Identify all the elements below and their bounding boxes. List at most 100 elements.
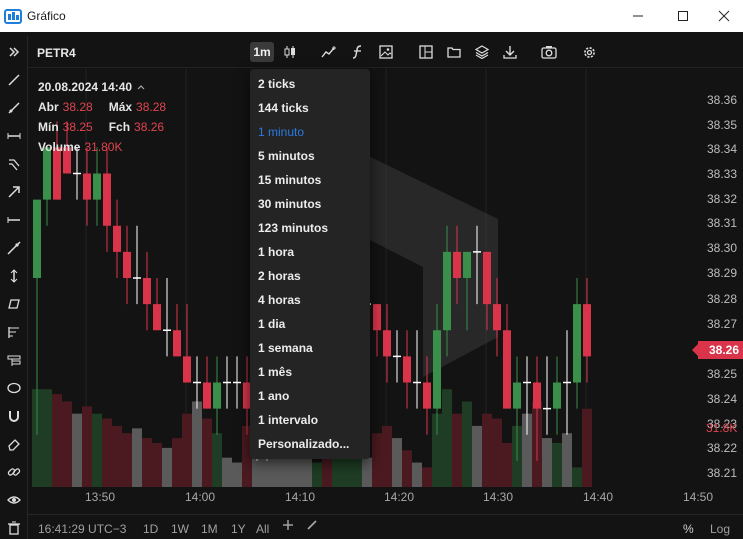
eraser-tool[interactable] <box>4 434 24 454</box>
range-1w-button[interactable]: 1W <box>171 522 189 536</box>
ellipse-tool[interactable] <box>4 378 24 398</box>
interval-option[interactable]: 1 mês <box>258 365 292 379</box>
volume-bar <box>82 406 92 487</box>
log-scale-button[interactable]: Log <box>710 522 730 536</box>
percent-scale-button[interactable]: % <box>683 522 694 536</box>
layers-icon <box>475 45 489 59</box>
candle-body <box>93 173 101 200</box>
volume-bar <box>582 408 592 487</box>
open-template-button[interactable] <box>444 42 464 62</box>
time-tick-label: 14:00 <box>184 490 216 504</box>
price-tick-label: 38.36 <box>707 93 738 107</box>
trend-line-icon <box>8 74 20 86</box>
price-tick-label: 38.29 <box>707 266 738 280</box>
edit-range-button[interactable] <box>306 519 318 534</box>
gear-icon <box>583 46 595 58</box>
fibonacci-extension-icon <box>7 355 21 366</box>
settings-button[interactable] <box>579 42 599 62</box>
maximize-button[interactable] <box>660 0 706 32</box>
interval-option[interactable]: 30 minutos <box>258 197 321 211</box>
candle-body <box>173 330 181 357</box>
range-1d-button[interactable]: 1D <box>143 522 158 536</box>
interval-option[interactable]: 2 ticks <box>258 77 295 91</box>
close-button[interactable] <box>705 0 743 32</box>
volume-bar <box>122 433 132 487</box>
open-label: Abr <box>38 100 59 114</box>
interval-option[interactable]: 1 dia <box>258 317 285 331</box>
fibonacci-tool[interactable] <box>4 322 24 342</box>
magnet-tool[interactable] <box>4 406 24 426</box>
candle-body <box>83 173 91 200</box>
image-button[interactable] <box>376 42 396 62</box>
candle-body <box>403 356 411 383</box>
time-tick-label: 14:50 <box>682 490 714 504</box>
interval-option[interactable]: 1 semana <box>258 341 313 355</box>
volume-bar <box>232 462 242 487</box>
candle-body <box>153 304 161 331</box>
price-tick-label: 38.32 <box>707 192 738 206</box>
interval-option[interactable]: 1 minuto <box>258 125 304 139</box>
layers-button[interactable] <box>472 42 492 62</box>
function-button[interactable] <box>348 42 368 62</box>
layout-button[interactable] <box>416 42 436 62</box>
range-all-button[interactable]: All <box>256 522 269 536</box>
ray-tool[interactable] <box>4 98 24 118</box>
interval-option[interactable]: 144 ticks <box>258 101 309 115</box>
trend-line-tool[interactable] <box>4 70 24 90</box>
range-1m-button[interactable]: 1M <box>201 522 218 536</box>
interval-option[interactable]: 123 minutos <box>258 221 328 235</box>
interval-button[interactable]: 1m <box>250 42 274 62</box>
candle-body <box>573 304 581 383</box>
download-button[interactable] <box>500 42 520 62</box>
collapse-toolbar-button[interactable] <box>4 42 24 62</box>
layout-icon <box>419 45 433 59</box>
arrow-icon <box>8 186 20 198</box>
interval-option[interactable]: 1 hora <box>258 245 294 259</box>
chart-type-button[interactable] <box>280 42 300 62</box>
interval-option[interactable]: 4 horas <box>258 293 301 307</box>
interval-option[interactable]: 1 ano <box>258 389 289 403</box>
visibility-tool[interactable] <box>4 490 24 510</box>
fibonacci-extension-tool[interactable] <box>4 350 24 370</box>
trash-icon <box>8 521 20 535</box>
price-tick-label: 38.30 <box>707 241 738 255</box>
interval-option[interactable]: 1 intervalo <box>258 413 318 427</box>
indicators-button[interactable] <box>318 42 340 62</box>
close-icon <box>718 10 730 22</box>
chevron-up-icon[interactable] <box>136 83 146 91</box>
volume-bar <box>162 447 172 487</box>
volume-bar <box>132 428 142 487</box>
interval-option[interactable]: 2 horas <box>258 269 301 283</box>
indicators-icon <box>321 46 336 58</box>
symbol-selector[interactable]: PETR4 <box>37 46 76 60</box>
volume-bar <box>502 443 512 487</box>
minimize-button[interactable] <box>615 0 661 32</box>
interval-option[interactable]: 15 minutos <box>258 173 321 187</box>
channel-tool[interactable] <box>4 154 24 174</box>
candle-body <box>183 356 191 383</box>
volume-bar <box>312 462 322 487</box>
time-tick-label: 14:30 <box>482 490 514 504</box>
screenshot-button[interactable] <box>539 42 559 62</box>
volume-bar <box>442 389 452 487</box>
link-icon <box>7 468 21 476</box>
link-tool[interactable] <box>4 462 24 482</box>
horizontal-segment-tool[interactable] <box>4 126 24 146</box>
interval-option[interactable]: 5 minutos <box>258 149 315 163</box>
price-tick-label: 38.35 <box>707 118 738 132</box>
range-1y-button[interactable]: 1Y <box>231 522 246 536</box>
candle-body <box>203 382 211 409</box>
folder-icon <box>447 47 461 58</box>
parallelogram-tool[interactable] <box>4 294 24 314</box>
arrow-tool[interactable] <box>4 182 24 202</box>
volume-bar <box>192 401 202 487</box>
horizontal-ray-tool[interactable] <box>4 210 24 230</box>
delete-drawings-tool[interactable] <box>4 518 24 538</box>
volume-value: 31.80K <box>84 140 123 154</box>
interval-option[interactable]: Personalizado... <box>258 437 349 451</box>
horizontal-ray-icon <box>7 217 20 223</box>
extended-line-tool[interactable] <box>4 238 24 258</box>
vertical-line-tool[interactable] <box>4 266 24 286</box>
price-tick-label: 38.22 <box>707 441 738 455</box>
add-range-button[interactable] <box>282 519 294 534</box>
